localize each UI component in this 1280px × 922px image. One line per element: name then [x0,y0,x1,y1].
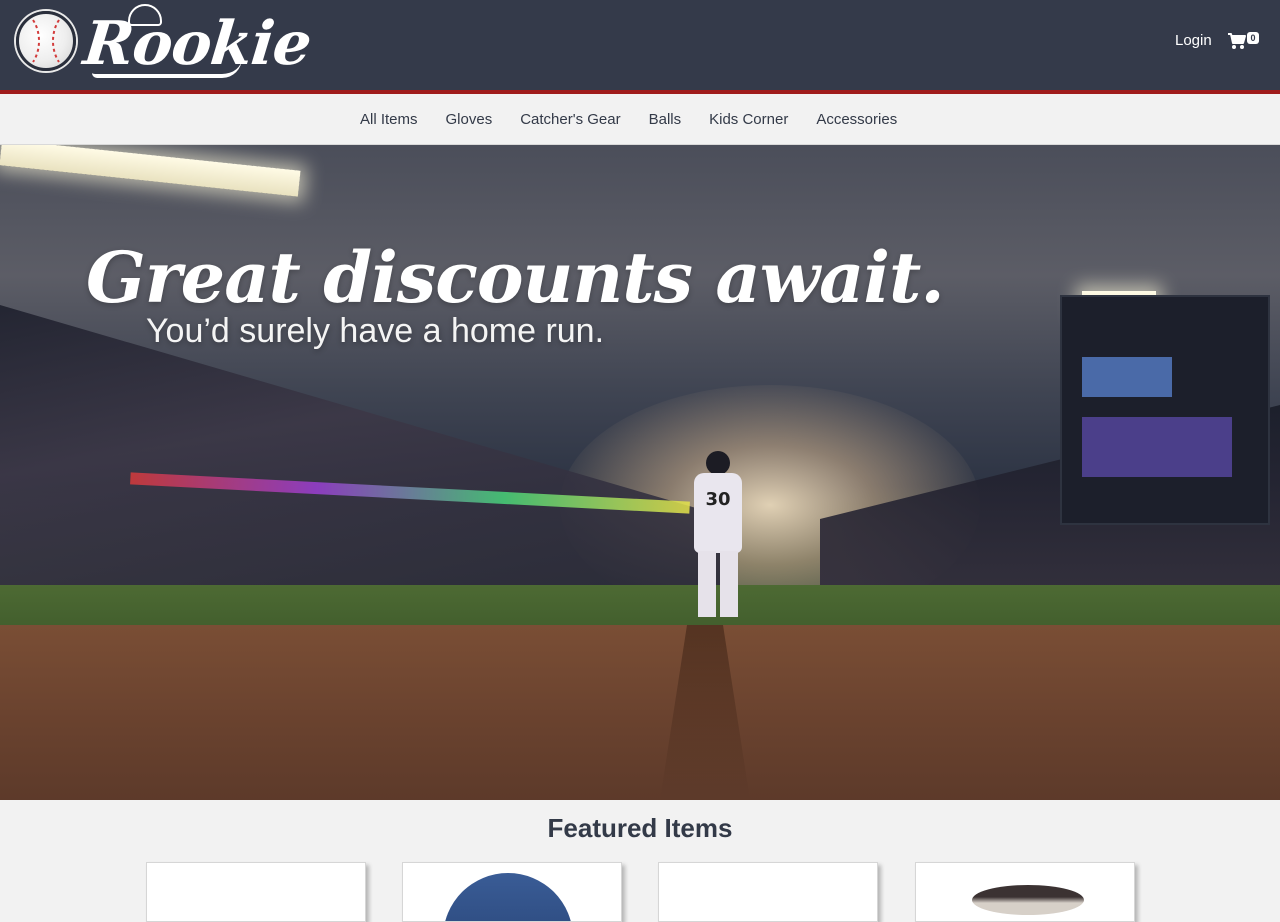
stadium-lights-left [0,145,301,197]
nav-item-accessories[interactable]: Accessories [802,94,911,145]
infield-dirt [0,625,1280,800]
category-nav: All Items Gloves Catcher's Gear Balls Ki… [0,94,1280,145]
player-legs [698,551,738,617]
nav-item-gloves[interactable]: Gloves [432,94,507,145]
cart-icon[interactable] [1227,32,1247,50]
scoreboard-stats-screen [1082,417,1232,477]
nav-item-catchers-gear[interactable]: Catcher's Gear [506,94,634,145]
player-jersey [694,473,742,553]
featured-items-heading: Featured Items [547,813,733,843]
hero-title: Great discounts await. [86,236,945,319]
scoreboard-video-screen [1082,357,1172,397]
nav-item-kids-corner[interactable]: Kids Corner [695,94,802,145]
nav-item-balls[interactable]: Balls [635,94,696,145]
helmet-product-image [443,873,573,921]
scoreboard [1060,295,1270,525]
baseball-logo-icon[interactable] [16,11,76,71]
login-link[interactable]: Login [1175,30,1212,52]
hero-banner: 30 Great discounts await. You’d surely h… [0,145,1280,800]
featured-item-card[interactable] [146,862,366,922]
featured-item-card[interactable] [915,862,1135,922]
featured-item-card[interactable] [402,862,622,922]
product-image [972,885,1084,915]
cart-count-badge: 0 [1247,32,1259,44]
player-jersey-number: 30 [705,489,731,510]
baseball-player-figure: 30 [686,451,752,621]
nav-item-all-items[interactable]: All Items [346,94,432,145]
featured-item-card[interactable] [658,862,878,922]
logo-swoosh-icon [92,58,242,78]
top-header: Rookie Login 0 [0,0,1280,90]
player-helmet [706,451,730,475]
hero-subtitle: You’d surely have a home run. [146,312,605,350]
